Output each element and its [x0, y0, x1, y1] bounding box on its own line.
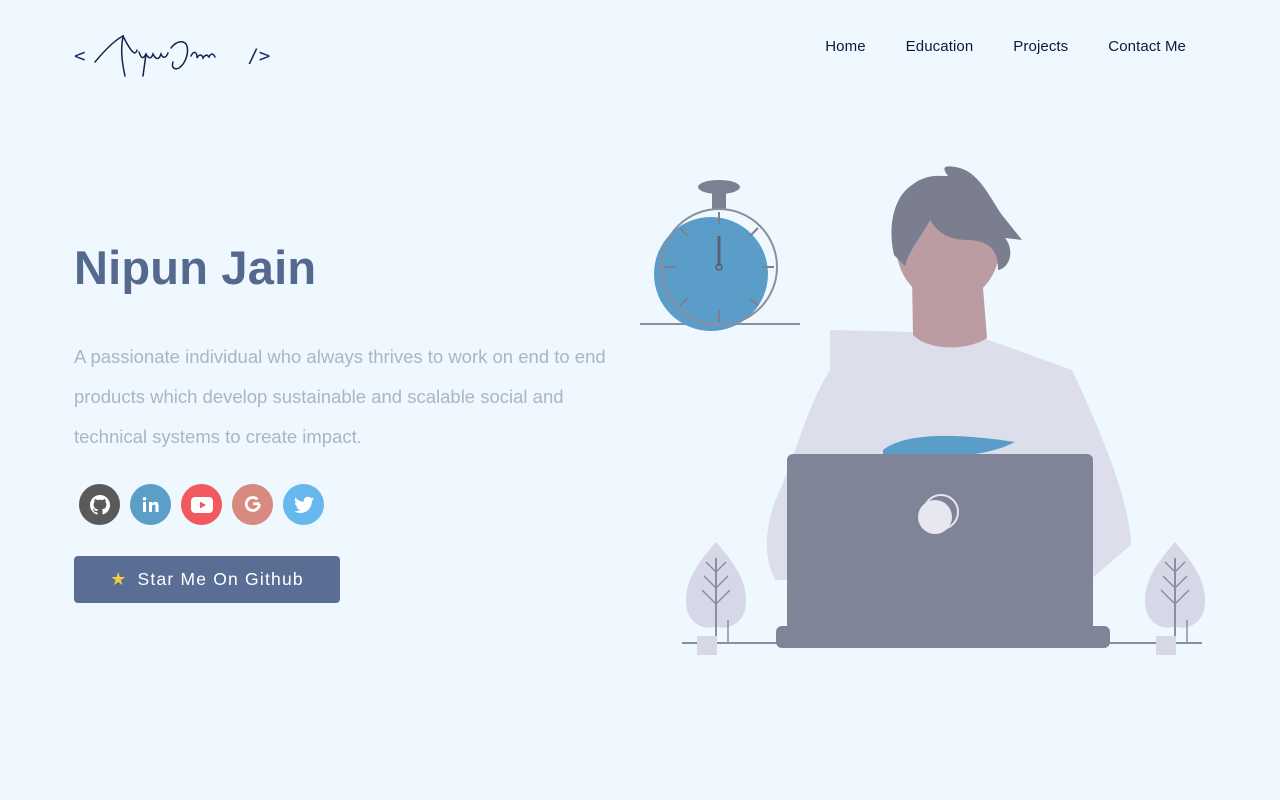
plant-right-icon [1144, 542, 1206, 655]
signature-logo-icon [94, 34, 217, 77]
twitter-icon[interactable] [283, 484, 324, 525]
main-nav: Home Education Projects Contact Me [825, 38, 1186, 55]
social-links [79, 484, 324, 525]
developer-illustration [640, 166, 1206, 655]
hero-title: Nipun Jain [74, 241, 317, 294]
nav-projects[interactable]: Projects [1013, 38, 1068, 55]
header: < /> Home Education Projects Contact Me [0, 0, 1280, 100]
nav-contact[interactable]: Contact Me [1108, 38, 1186, 55]
hero-text: Nipun Jain A passionate individual who a… [74, 240, 634, 457]
star-github-button[interactable]: ★ Star Me On Github [74, 556, 340, 603]
hero-subtitle: A passionate individual who always thriv… [74, 346, 606, 447]
logo-close-bracket: /> [247, 45, 271, 67]
google-icon[interactable] [232, 484, 273, 525]
stopwatch-icon [640, 180, 800, 331]
logo[interactable]: < /> [74, 28, 284, 84]
linkedin-icon[interactable] [130, 484, 171, 525]
github-icon[interactable] [79, 484, 120, 525]
plant-left-icon [685, 542, 747, 655]
star-icon: ★ [110, 569, 128, 589]
star-github-label: Star Me On Github [137, 569, 304, 589]
nav-home[interactable]: Home [825, 38, 865, 55]
nav-education[interactable]: Education [906, 38, 974, 55]
laptop-icon [776, 454, 1110, 648]
youtube-icon[interactable] [181, 484, 222, 525]
logo-open-bracket: < [74, 45, 86, 67]
